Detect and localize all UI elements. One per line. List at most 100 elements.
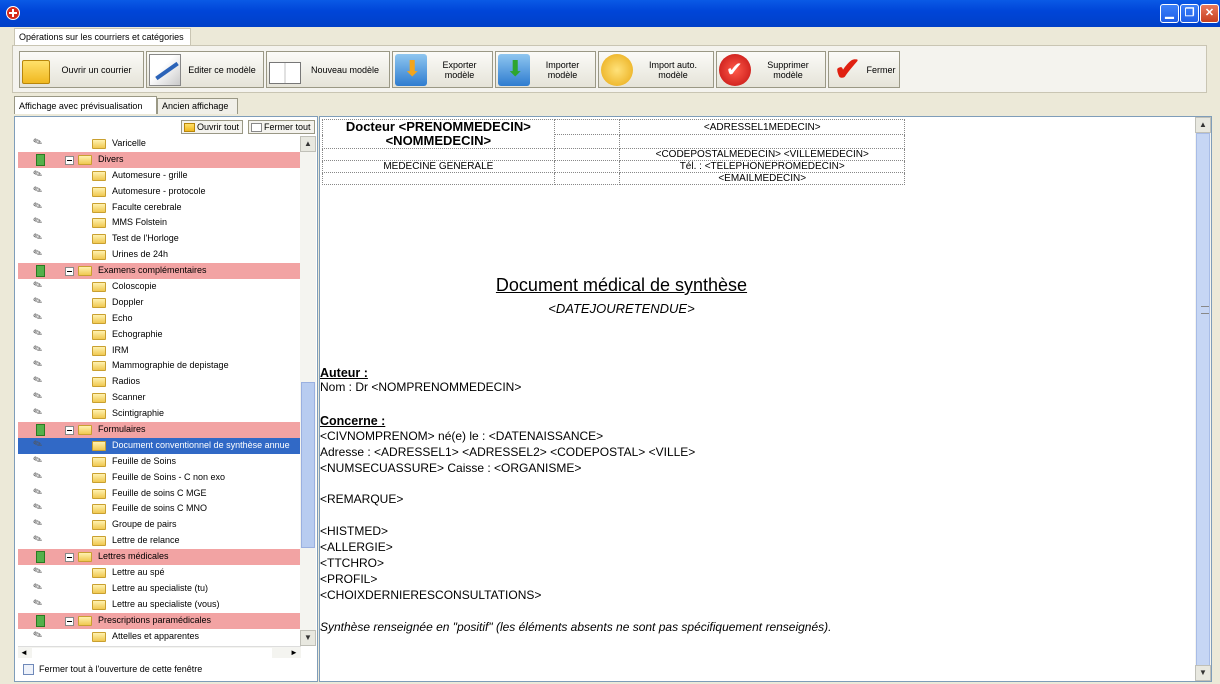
scroll-thumb[interactable]: [301, 382, 315, 548]
tree-item[interactable]: Echo: [18, 311, 301, 327]
tree-item[interactable]: Lettre de relance: [18, 533, 301, 549]
tree-item[interactable]: IRM: [18, 343, 301, 359]
tree-item[interactable]: Radios: [18, 374, 301, 390]
folder-icon: [92, 488, 106, 499]
scroll-up-icon[interactable]: ▲: [300, 136, 316, 152]
tree-vertical-scrollbar[interactable]: ▲ ▼: [300, 136, 316, 646]
folder-icon: [92, 218, 106, 229]
close-window-button[interactable]: ✕: [1200, 4, 1219, 23]
scroll-right-icon[interactable]: ►: [288, 647, 300, 659]
header-cell: [553, 172, 621, 185]
header-cell: [619, 134, 905, 149]
collapse-icon[interactable]: [65, 553, 74, 563]
tab-preview[interactable]: Affichage avec prévisualisation: [14, 96, 157, 114]
tree-item[interactable]: Feuille de Soins - C non exo: [18, 470, 301, 486]
close-all-on-open-checkbox[interactable]: [23, 664, 34, 676]
tree-item[interactable]: Scintigraphie: [18, 406, 301, 422]
tree-category[interactable]: Formulaires: [18, 422, 301, 438]
collapse-icon[interactable]: [65, 155, 74, 165]
close-all-on-open-option[interactable]: Fermer tout à l'ouverture de cette fenêt…: [23, 664, 202, 676]
tree-horizontal-scrollbar[interactable]: ◄ ►: [18, 646, 301, 658]
pen-icon: [32, 168, 47, 183]
scroll-down-icon[interactable]: ▼: [1195, 665, 1211, 681]
tree-item[interactable]: Feuille de soins C MNO: [18, 501, 301, 517]
edit-model-button[interactable]: Editer ce modèle: [146, 51, 264, 88]
tree-label: Document conventionnel de synthèse annue: [112, 439, 290, 450]
import-model-button[interactable]: Importer modèle: [495, 51, 596, 88]
tree-label: Test de l'Horloge: [112, 233, 179, 244]
tree-item[interactable]: Feuille de soins C MGE: [18, 486, 301, 502]
tree-item[interactable]: Feuille de Soins: [18, 454, 301, 470]
menu-tab-operations[interactable]: Opérations sur les courriers et catégori…: [14, 28, 191, 45]
tree-item[interactable]: MMS Folstein: [18, 215, 301, 231]
minimize-button[interactable]: ▁: [1160, 4, 1179, 23]
pen-icon: [32, 406, 47, 421]
folder-icon: [92, 409, 106, 420]
tree-item[interactable]: Automesure - protocole: [18, 184, 301, 200]
close-all-button[interactable]: Fermer tout: [248, 120, 315, 134]
concerns-heading: Concerne :: [320, 414, 386, 428]
tree-label: Divers: [98, 153, 124, 164]
export-model-button[interactable]: Exporter modèle: [392, 51, 493, 88]
doctor-header-table: Docteur <PRENOMMEDECIN> <NOMMEDECIN> <AD…: [322, 118, 905, 185]
tree-item[interactable]: Lettre au specialiste (tu): [18, 581, 301, 597]
delete-model-button[interactable]: Supprimer modèle: [716, 51, 826, 88]
folder-icon: [92, 186, 106, 197]
new-model-button[interactable]: Nouveau modèle: [266, 51, 390, 88]
tab-old-view[interactable]: Ancien affichage: [157, 98, 238, 114]
tree-item[interactable]: Echographie: [18, 327, 301, 343]
auto-import-button[interactable]: Import auto. modèle: [598, 51, 714, 88]
close-button[interactable]: Fermer: [828, 50, 900, 88]
tree-label: Echographie: [112, 328, 163, 339]
folder-icon: [78, 425, 92, 436]
tree-label: Prescriptions paramédicales: [98, 614, 212, 625]
scroll-up-icon[interactable]: ▲: [1195, 117, 1211, 133]
tree-label: Varicelle: [112, 138, 146, 148]
tree-item[interactable]: Document conventionnel de synthèse annue: [18, 437, 301, 454]
tree-label: Groupe de pairs: [112, 519, 177, 530]
tree-item[interactable]: Scanner: [18, 390, 301, 406]
pen-icon: [32, 279, 47, 294]
scroll-left-icon[interactable]: ◄: [18, 647, 30, 659]
tree-item[interactable]: Groupe de pairs: [18, 517, 301, 533]
tree-label: Scintigraphie: [112, 408, 165, 419]
folder-icon: [92, 361, 106, 372]
tree-item[interactable]: Lettre au specialiste (vous): [18, 597, 301, 613]
tree-item[interactable]: Faculte cerebrale: [18, 200, 301, 216]
collapse-icon[interactable]: [65, 616, 74, 626]
pen-icon: [32, 597, 47, 612]
tree-item[interactable]: Test de l'Horloge: [18, 231, 301, 247]
tree-item[interactable]: Lettre au spé: [18, 565, 301, 581]
collapse-icon[interactable]: [65, 426, 74, 436]
tree-item[interactable]: Varicelle: [18, 136, 301, 152]
document-preview[interactable]: Docteur <PRENOMMEDECIN> <NOMMEDECIN> <AD…: [319, 116, 1212, 682]
concerns-line-2: Adresse : <ADRESSEL1> <ADRESSEL2> <CODEP…: [320, 445, 696, 459]
tree-category[interactable]: Examens complémentaires: [18, 263, 301, 280]
bookmark-icon: [36, 265, 45, 278]
open-letter-label: Ouvrir un courrier: [61, 64, 132, 75]
scroll-thumb[interactable]: [1196, 133, 1210, 668]
tree-item[interactable]: Coloscopie: [18, 279, 301, 295]
tree-item[interactable]: Attelles et apparentes: [18, 629, 301, 645]
tree-item[interactable]: Mammographie de depistage: [18, 358, 301, 374]
tree-category[interactable]: Divers: [18, 151, 301, 168]
h-scroll-thumb[interactable]: [32, 648, 272, 658]
collapse-icon[interactable]: [65, 267, 74, 277]
maximize-button[interactable]: ❐: [1180, 4, 1199, 23]
tree-item[interactable]: Automesure - grille: [18, 168, 301, 184]
tree-label: Echo: [112, 312, 133, 323]
open-letter-button[interactable]: Ouvrir un courrier: [19, 51, 144, 88]
scroll-down-icon[interactable]: ▼: [300, 630, 316, 646]
tree-category[interactable]: Lettres médicales: [18, 549, 301, 566]
open-all-button[interactable]: Ouvrir tout: [181, 120, 244, 134]
document-vertical-scrollbar[interactable]: ▲ ▼: [1195, 117, 1211, 681]
tree-item[interactable]: Urines de 24h: [18, 247, 301, 263]
model-tree: Varicelle Divers Automesure - grille Autome…: [18, 136, 301, 646]
folder-icon: [78, 552, 92, 563]
tree-category[interactable]: Prescriptions paramédicales: [18, 612, 301, 629]
folder-icon: [92, 345, 106, 356]
tree-item[interactable]: Doppler: [18, 295, 301, 311]
folder-icon: [92, 472, 106, 483]
folder-icon: [92, 440, 106, 451]
pen-icon: [32, 311, 47, 326]
